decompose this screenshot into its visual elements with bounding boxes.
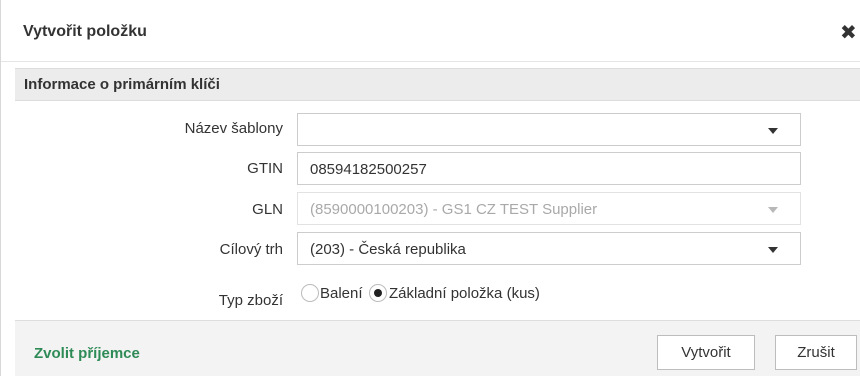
choose-recipient-link[interactable]: Zvolit příjemce xyxy=(34,345,140,362)
dropdown-caret-icon xyxy=(768,247,778,253)
dropdown-caret-icon xyxy=(768,128,778,134)
gln-value: (8590000100203) - GS1 CZ TEST Supplier xyxy=(310,201,598,218)
dialog-titlebar: Vytvořit položku ✖ xyxy=(1,0,860,62)
section-title: Informace o primárním klíči xyxy=(24,76,220,93)
gln-select: (8590000100203) - GS1 CZ TEST Supplier xyxy=(297,192,801,225)
create-button[interactable]: Vytvořit xyxy=(657,335,755,370)
create-item-dialog: Vytvořit položku ✖ Informace o primárním… xyxy=(0,0,860,376)
gtin-value: 08594182500257 xyxy=(310,161,427,178)
gtin-field[interactable]: 08594182500257 xyxy=(297,152,801,185)
gln-label: GLN xyxy=(252,201,283,218)
dropdown-caret-icon xyxy=(768,207,778,213)
section-header: Informace o primárním klíči xyxy=(15,68,860,101)
radio-base-item-label[interactable]: Základní položka (kus) xyxy=(389,285,540,302)
item-type-label: Typ zboží xyxy=(218,292,283,309)
template-name-select[interactable] xyxy=(297,113,801,146)
radio-base-item[interactable] xyxy=(369,284,387,302)
close-icon[interactable]: ✖ xyxy=(840,20,860,46)
dialog-title: Vytvořit položku xyxy=(23,23,147,40)
target-market-value: (203) - Česká republika xyxy=(310,241,466,258)
template-name-label: Název šablony xyxy=(184,120,283,137)
radio-packaging[interactable] xyxy=(301,284,319,302)
target-market-select[interactable]: (203) - Česká republika xyxy=(297,232,801,265)
gtin-label: GTIN xyxy=(247,160,283,177)
radio-packaging-label[interactable]: Balení xyxy=(320,285,363,302)
target-market-label: Cílový trh xyxy=(219,241,283,258)
cancel-button[interactable]: Zrušit xyxy=(775,335,857,370)
